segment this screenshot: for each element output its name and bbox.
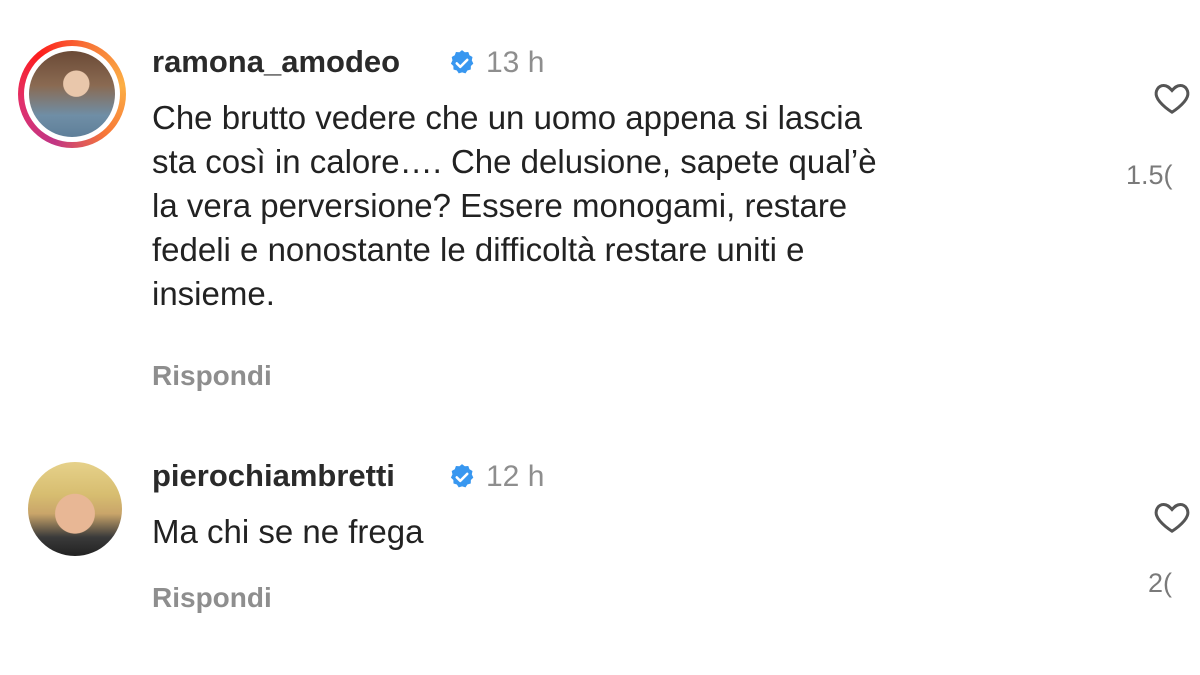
comment-text-line: insieme. bbox=[152, 275, 275, 312]
heart-icon[interactable] bbox=[1152, 78, 1192, 118]
comment-time: 13 h bbox=[486, 46, 545, 79]
comment-text: Che brutto vedere che un uomo appena si … bbox=[152, 96, 1092, 316]
comment-text: Ma chi se ne frega bbox=[152, 510, 1092, 554]
comment-time: 12 h bbox=[486, 460, 545, 493]
comment-text-line: la vera perversione? Essere monogami, re… bbox=[152, 187, 848, 224]
comment-item: pierochiambretti 12 h Ma chi se ne frega… bbox=[0, 440, 1200, 660]
comment-text-line: fedeli e nonostante le difficoltà restar… bbox=[152, 231, 805, 268]
comment-text-line: Ma chi se ne frega bbox=[152, 513, 424, 550]
reply-button[interactable]: Rispondi bbox=[152, 360, 272, 392]
like-count: 2( bbox=[1148, 568, 1173, 598]
heart-icon[interactable] bbox=[1152, 497, 1192, 537]
comment-text-line: Che brutto vedere che un uomo appena si … bbox=[152, 99, 862, 136]
comment-username[interactable]: ramona_amodeo bbox=[152, 44, 400, 80]
like-count: 1.5( bbox=[1126, 160, 1173, 190]
reply-button[interactable]: Rispondi bbox=[152, 582, 272, 614]
avatar[interactable] bbox=[28, 462, 122, 556]
verified-badge-icon bbox=[450, 50, 474, 74]
comment-meta: 13 h bbox=[448, 46, 544, 80]
verified-badge-icon bbox=[450, 464, 474, 488]
comment-meta: 12 h bbox=[448, 460, 544, 494]
comment-text-line: sta così in calore…. Che delusione, sape… bbox=[152, 143, 877, 180]
comment-item: ramona_amodeo 13 h Che brutto vedere che… bbox=[0, 0, 1200, 420]
avatar bbox=[29, 51, 115, 137]
comment-username[interactable]: pierochiambretti bbox=[152, 458, 395, 494]
avatar-story-ring[interactable] bbox=[18, 40, 126, 148]
